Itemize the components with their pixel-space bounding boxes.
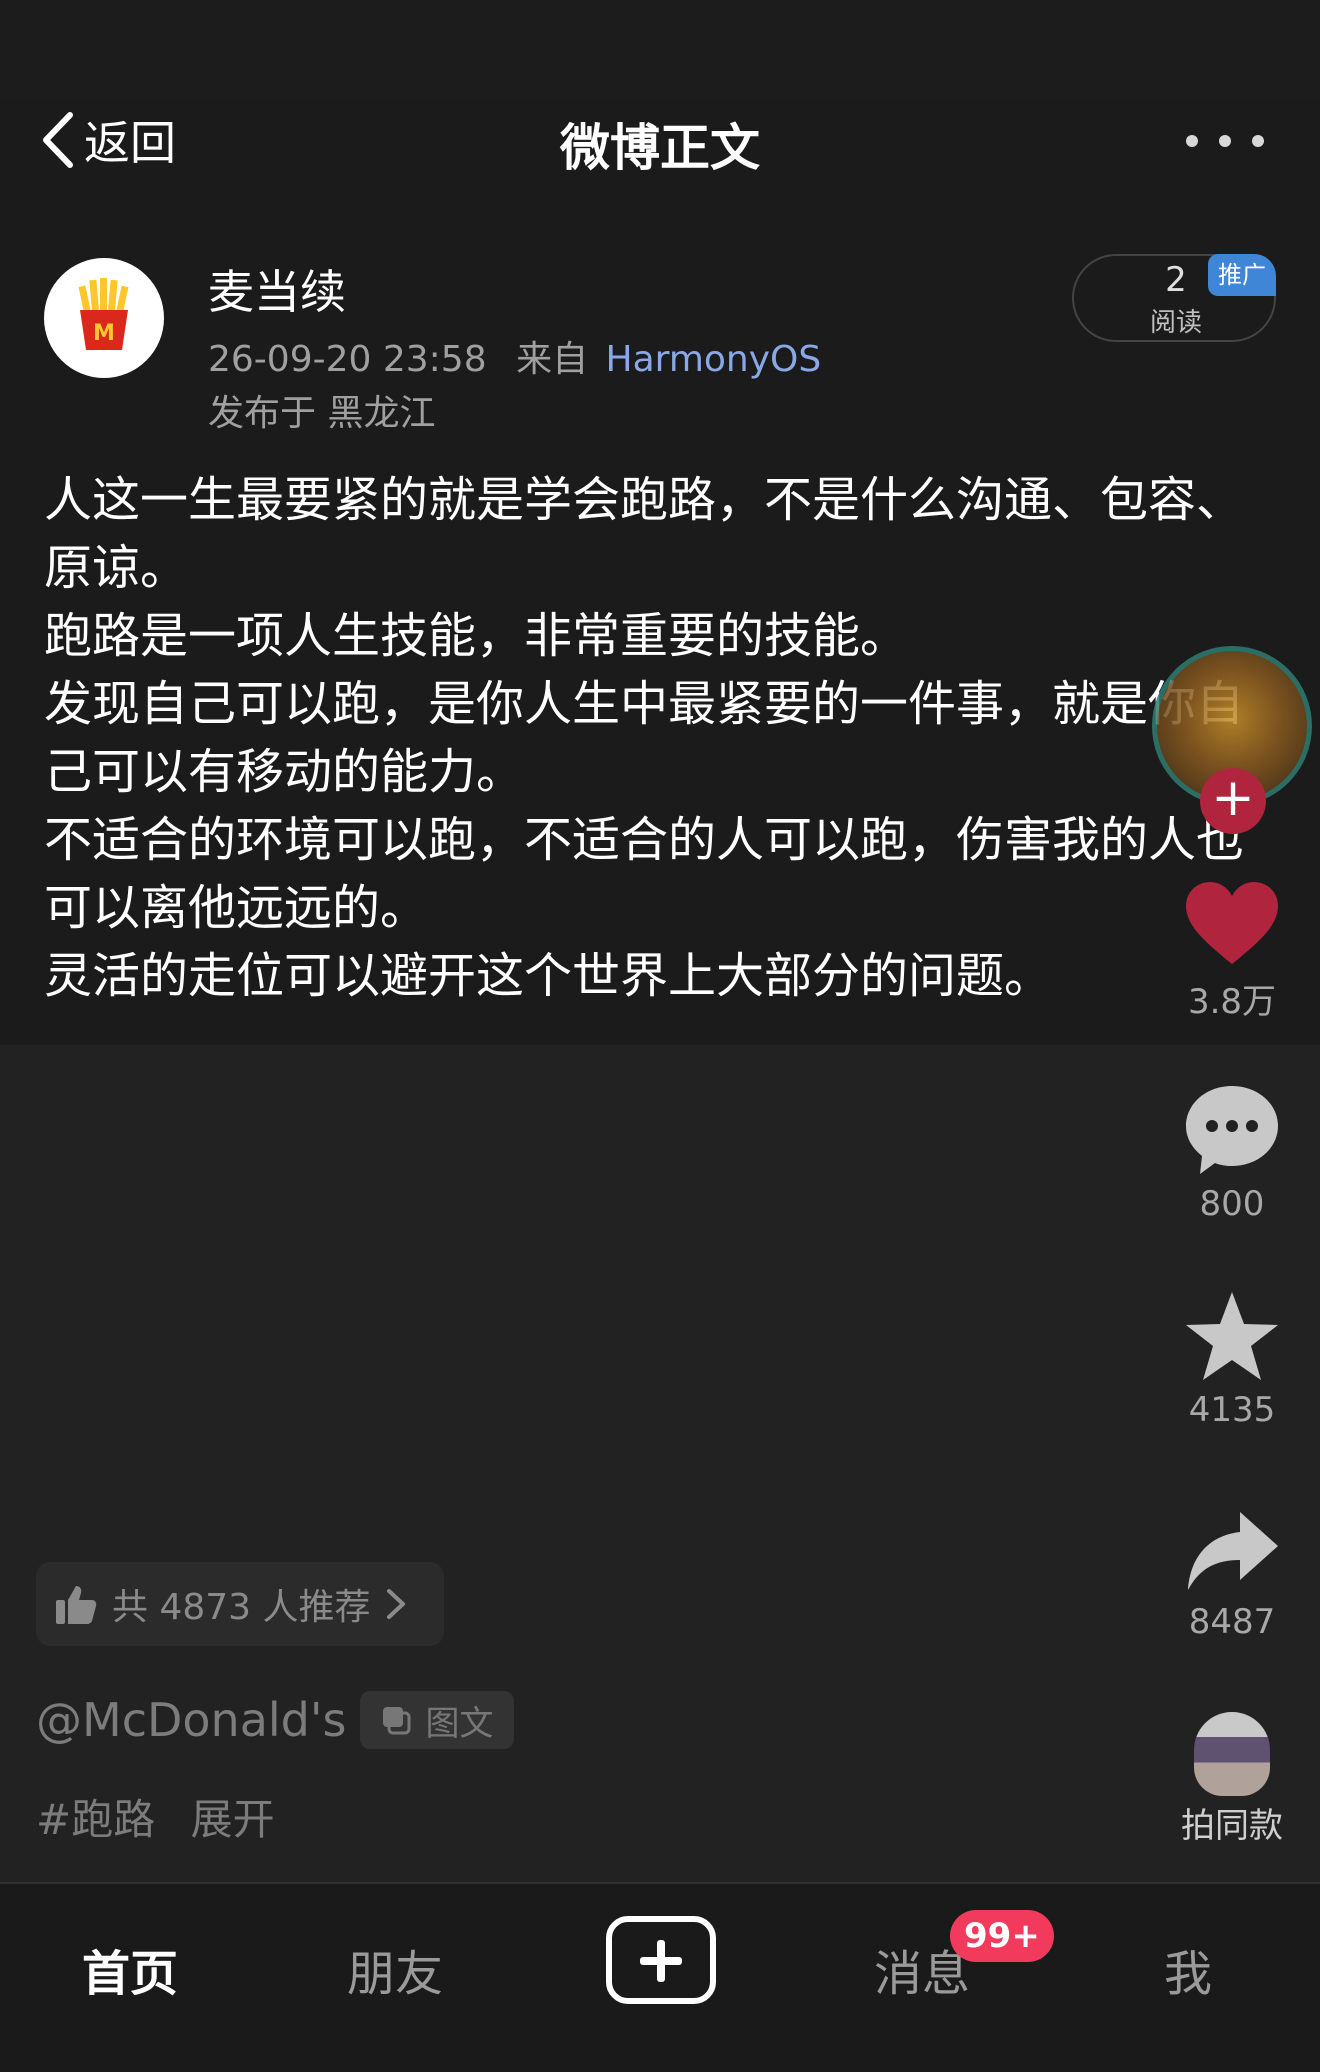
same-style-label: 拍同款 — [1181, 1806, 1283, 1846]
post-paragraph: 发现自己可以跑，是你人生中最紧要的一件事，就是你自己可以有移动的能力。 — [44, 676, 1245, 800]
heart-icon — [1186, 882, 1278, 964]
read-label: 阅读 — [1149, 308, 1202, 338]
content-type-chip: 图文 — [360, 1691, 515, 1749]
post-timestamp: 26-09-20 23:58 — [208, 339, 487, 380]
mcdonalds-fries-logo: M — [78, 278, 129, 350]
tab-me[interactable]: 我 — [1088, 1934, 1288, 2004]
ellipsis-icon — [1186, 135, 1264, 147]
tab-friends[interactable]: 朋友 — [295, 1934, 495, 2004]
post-source-link[interactable]: HarmonyOS — [606, 339, 822, 380]
tab-home[interactable]: 首页 — [30, 1934, 230, 2004]
favorite-count: 4135 — [1188, 1390, 1276, 1430]
mention-row: @McDonald's 图文 — [36, 1688, 515, 1752]
page-title: 微博正文 — [560, 119, 760, 177]
status-area — [0, 0, 1320, 100]
like-count: 3.8万 — [1187, 982, 1277, 1022]
recommend-chip[interactable]: 共 4873 人推荐 — [36, 1562, 444, 1646]
same-style-avatar — [1194, 1712, 1270, 1796]
share-arrow-icon — [1188, 1512, 1278, 1590]
post-location: 发布于 黑龙江 — [208, 393, 436, 434]
plus-icon — [640, 1940, 682, 1982]
compose-button[interactable] — [606, 1916, 716, 2004]
bottom-tab-bar: 首页 朋友 消息 99+ 我 — [0, 1882, 1320, 2072]
star-icon — [1186, 1292, 1278, 1380]
comment-count: 800 — [1199, 1184, 1265, 1224]
favorite-button[interactable]: 4135 — [1160, 1288, 1304, 1430]
svg-text:M: M — [93, 321, 115, 346]
content-type-label: 图文 — [425, 1703, 494, 1744]
gallery-icon — [383, 1707, 411, 1735]
post-body: 人这一生最要紧的就是学会跑路，不是什么沟通、包容、原谅。 跑路是一项人生技能，非… — [44, 466, 1244, 1010]
chevron-right-icon — [386, 1589, 405, 1619]
promotion-badge: 推广 — [1208, 254, 1276, 296]
like-button[interactable]: 3.8万 — [1160, 878, 1304, 1023]
mention-handle[interactable]: @McDonald's — [36, 1693, 346, 1747]
comment-button[interactable]: 800 — [1160, 1082, 1304, 1224]
author-name[interactable]: 麦当续 — [208, 256, 346, 322]
post-paragraph: 不适合的环境可以跑，不适合的人可以跑，伤害我的人也可以离他远远的。 — [44, 812, 1245, 936]
share-button[interactable]: 8487 — [1160, 1506, 1304, 1642]
author-avatar[interactable]: M — [44, 258, 164, 378]
share-count: 8487 — [1188, 1602, 1276, 1642]
same-style-button[interactable]: 拍同款 — [1170, 1712, 1294, 1854]
messages-badge: 99+ — [950, 1910, 1054, 1962]
comment-bubble-icon — [1186, 1086, 1278, 1174]
expand-link[interactable]: 展开 — [191, 1795, 275, 1844]
post-paragraph: 灵活的走位可以避开这个世界上大部分的问题。 — [44, 948, 1053, 1004]
source-prefix: 来自 — [516, 339, 589, 380]
thumbs-up-icon — [56, 1586, 97, 1624]
tag-row: #跑路 展开 — [36, 1786, 275, 1847]
more-options-button[interactable] — [1180, 120, 1270, 162]
post-paragraph: 人这一生最要紧的就是学会跑路，不是什么沟通、包容、原谅。 — [44, 472, 1245, 596]
post-meta: 26-09-20 23:58 来自 HarmonyOS — [208, 330, 821, 382]
follow-plus-icon[interactable]: + — [1200, 768, 1266, 834]
recommend-text: 共 4873 人推荐 — [112, 1587, 371, 1628]
post-paragraph: 跑路是一项人生技能，非常重要的技能。 — [44, 608, 909, 664]
hashtag[interactable]: #跑路 — [36, 1795, 155, 1844]
